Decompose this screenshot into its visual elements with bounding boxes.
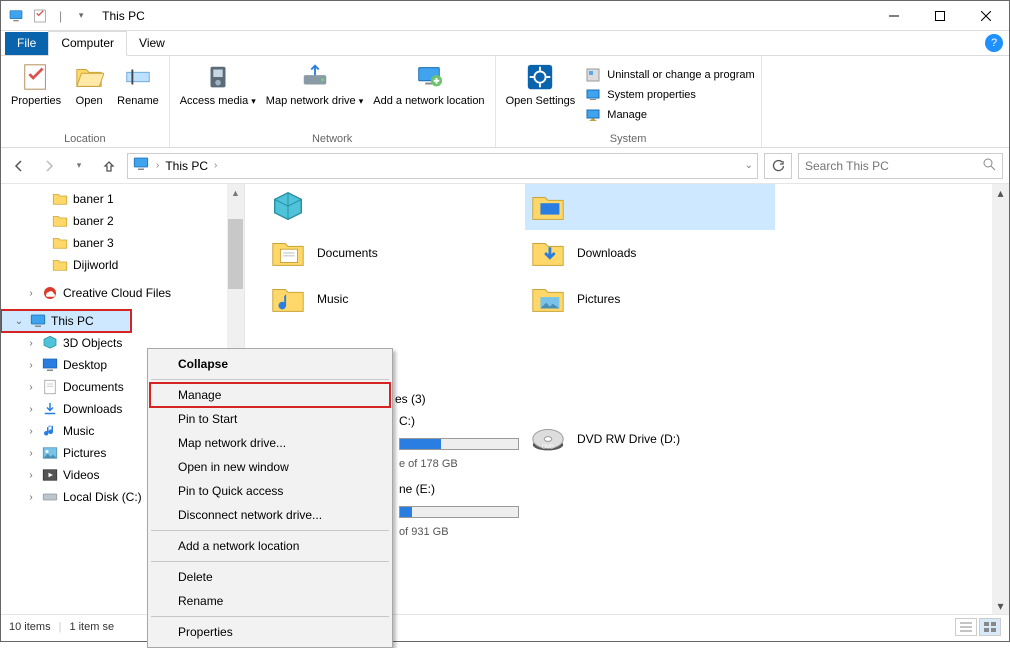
context-menu: Collapse Manage Pin to Start Map network… <box>147 348 393 648</box>
pc-icon <box>132 155 150 176</box>
content-scrollbar[interactable]: ▴ ▾ <box>992 184 1009 614</box>
ctx-disconnect-drive[interactable]: Disconnect network drive... <box>150 503 390 527</box>
tree-item-baner1[interactable]: baner 1 <box>1 188 228 210</box>
folder-3d-objects-partial[interactable] <box>265 184 505 230</box>
open-button[interactable]: Open <box>67 59 111 130</box>
address-bar-row: ▾ › This PC › ⌄ <box>1 148 1009 184</box>
large-icons-view-button[interactable] <box>979 618 1001 636</box>
folder-pictures[interactable]: Pictures <box>525 276 765 322</box>
maximize-button[interactable] <box>917 1 963 30</box>
scroll-down-icon[interactable]: ▾ <box>992 597 1009 614</box>
up-button[interactable] <box>97 154 121 178</box>
quick-access-toolbar: | ▾ <box>1 7 96 25</box>
tree-item-baner3[interactable]: baner 3 <box>1 232 228 254</box>
address-bar[interactable]: › This PC › ⌄ <box>127 153 758 179</box>
folder-documents[interactable]: Documents <box>265 230 505 276</box>
tab-computer[interactable]: Computer <box>48 31 127 56</box>
ctx-delete[interactable]: Delete <box>150 565 390 589</box>
folder-desktop-partial[interactable] <box>525 184 775 230</box>
folder-downloads[interactable]: Downloads <box>525 230 765 276</box>
forward-button[interactable] <box>37 154 61 178</box>
open-settings-button[interactable]: Open Settings <box>502 59 580 130</box>
scroll-up-icon[interactable]: ▴ <box>992 184 1009 201</box>
search-input[interactable] <box>805 159 982 173</box>
recent-locations-button[interactable]: ▾ <box>67 154 91 178</box>
window-controls <box>871 1 1009 30</box>
ribbon: Properties Open Rename Location Access m… <box>1 56 1009 148</box>
add-network-location-button[interactable]: Add a network location <box>369 59 488 130</box>
ctx-pin-quick-access[interactable]: Pin to Quick access <box>150 479 390 503</box>
ctx-map-drive[interactable]: Map network drive... <box>150 431 390 455</box>
tree-item-baner2[interactable]: baner 2 <box>1 210 228 232</box>
ctx-open-new-window[interactable]: Open in new window <box>150 455 390 479</box>
chevron-right-icon[interactable]: › <box>156 160 159 171</box>
address-dropdown-icon[interactable]: ⌄ <box>745 160 753 171</box>
ribbon-group-location: Properties Open Rename Location <box>1 56 170 147</box>
drive-e[interactable]: ne (E:) of 931 GB <box>395 480 595 540</box>
tree-item-dijiworld[interactable]: Dijiworld <box>1 254 228 276</box>
rename-button[interactable]: Rename <box>113 59 163 130</box>
ctx-collapse[interactable]: Collapse <box>150 352 390 376</box>
svg-text:DVD: DVD <box>542 445 554 451</box>
map-network-drive-button[interactable]: Map network drive ▾ <box>262 59 367 130</box>
access-media-button[interactable]: Access media ▾ <box>176 59 260 130</box>
status-item-count: 10 items <box>9 621 51 633</box>
chevron-right-icon[interactable]: › <box>214 160 217 171</box>
refresh-button[interactable] <box>764 153 792 179</box>
search-box[interactable] <box>798 153 1003 179</box>
drive-dvd[interactable]: DVDDVD RW Drive (D:) <box>525 416 765 462</box>
search-icon[interactable] <box>982 157 996 174</box>
system-properties-button[interactable]: System properties <box>585 87 754 103</box>
manage-button[interactable]: Manage <box>585 107 754 123</box>
pc-icon <box>7 7 25 25</box>
tree-item-this-pc[interactable]: ⌄This PC <box>1 310 131 332</box>
ribbon-tab-strip: File Computer View ? <box>1 31 1009 56</box>
breadcrumb[interactable]: This PC <box>165 159 208 173</box>
tab-file[interactable]: File <box>5 32 48 55</box>
qat-dropdown-icon[interactable]: ▾ <box>72 7 90 25</box>
details-view-button[interactable] <box>955 618 977 636</box>
ribbon-group-network: Access media ▾ Map network drive ▾ Add a… <box>170 56 496 147</box>
properties-button[interactable]: Properties <box>7 59 65 130</box>
uninstall-program-button[interactable]: Uninstall or change a program <box>585 67 754 83</box>
ctx-rename[interactable]: Rename <box>150 589 390 613</box>
tree-item-creative-cloud[interactable]: ›Creative Cloud Files <box>1 282 228 304</box>
folder-music[interactable]: Music <box>265 276 505 322</box>
back-button[interactable] <box>7 154 31 178</box>
close-button[interactable] <box>963 1 1009 30</box>
ctx-add-network-location[interactable]: Add a network location <box>150 534 390 558</box>
help-icon[interactable]: ? <box>985 34 1003 52</box>
ctx-manage[interactable]: Manage <box>150 383 390 407</box>
separator-icon: | <box>59 9 62 23</box>
status-selected: 1 item se <box>69 621 114 633</box>
drives-section-label: es (3) <box>395 392 426 406</box>
window-title: This PC <box>102 9 145 23</box>
tab-view[interactable]: View <box>127 32 177 55</box>
qat-properties-icon[interactable] <box>31 7 49 25</box>
ribbon-group-system: Open Settings Uninstall or change a prog… <box>496 56 762 147</box>
minimize-button[interactable] <box>871 1 917 30</box>
ctx-pin-start[interactable]: Pin to Start <box>150 407 390 431</box>
scrollbar-thumb[interactable] <box>228 219 243 289</box>
ctx-properties[interactable]: Properties <box>150 620 390 644</box>
title-bar: | ▾ This PC <box>1 1 1009 31</box>
